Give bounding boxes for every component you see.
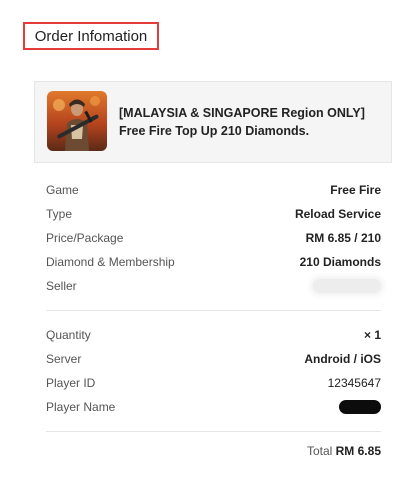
player-name-label: Player Name [46,400,116,414]
game-character-thumbnail-icon [47,91,107,151]
section-divider [46,310,381,311]
player-id-value: 12345647 [327,376,381,390]
diamond-label: Diamond & Membership [46,255,175,269]
quantity-value: × 1 [363,328,381,342]
game-value: Free Fire [330,183,381,197]
product-card: [MALAYSIA & SINGAPORE Region ONLY] Free … [34,81,392,163]
server-value: Android / iOS [304,352,381,366]
player-name-row: Player Name [46,397,381,417]
order-information-title: Order Infomation [23,22,159,50]
server-label: Server [46,352,82,366]
type-value: Reload Service [294,207,381,221]
server-row: Server Android / iOS [46,349,381,369]
product-name: [MALAYSIA & SINGAPORE Region ONLY] Free … [119,106,365,138]
type-row: Type Reload Service [46,204,381,224]
player-id-label: Player ID [46,376,96,390]
price-label: Price/Package [46,231,124,245]
price-row: Price/Package RM 6.85 / 210 [46,228,381,248]
player-id-row: Player ID 12345647 [46,373,381,393]
seller-value-redacted [313,279,381,293]
order-total: Total RM 6.85 [307,444,381,458]
game-label: Game [46,183,79,197]
quantity-row: Quantity × 1 [46,325,381,345]
game-row: Game Free Fire [46,180,381,200]
total-label: Total [306,444,336,458]
seller-row: Seller [46,276,381,296]
price-value: RM 6.85 / 210 [305,231,381,245]
seller-label: Seller [46,279,77,293]
section-divider [46,431,381,432]
diamond-row: Diamond & Membership 210 Diamonds [46,252,381,272]
type-label: Type [46,207,73,221]
player-name-redacted [339,400,381,414]
quantity-label: Quantity [46,328,91,342]
diamond-value: 210 Diamonds [299,255,381,269]
total-value: RM 6.85 [335,444,381,458]
